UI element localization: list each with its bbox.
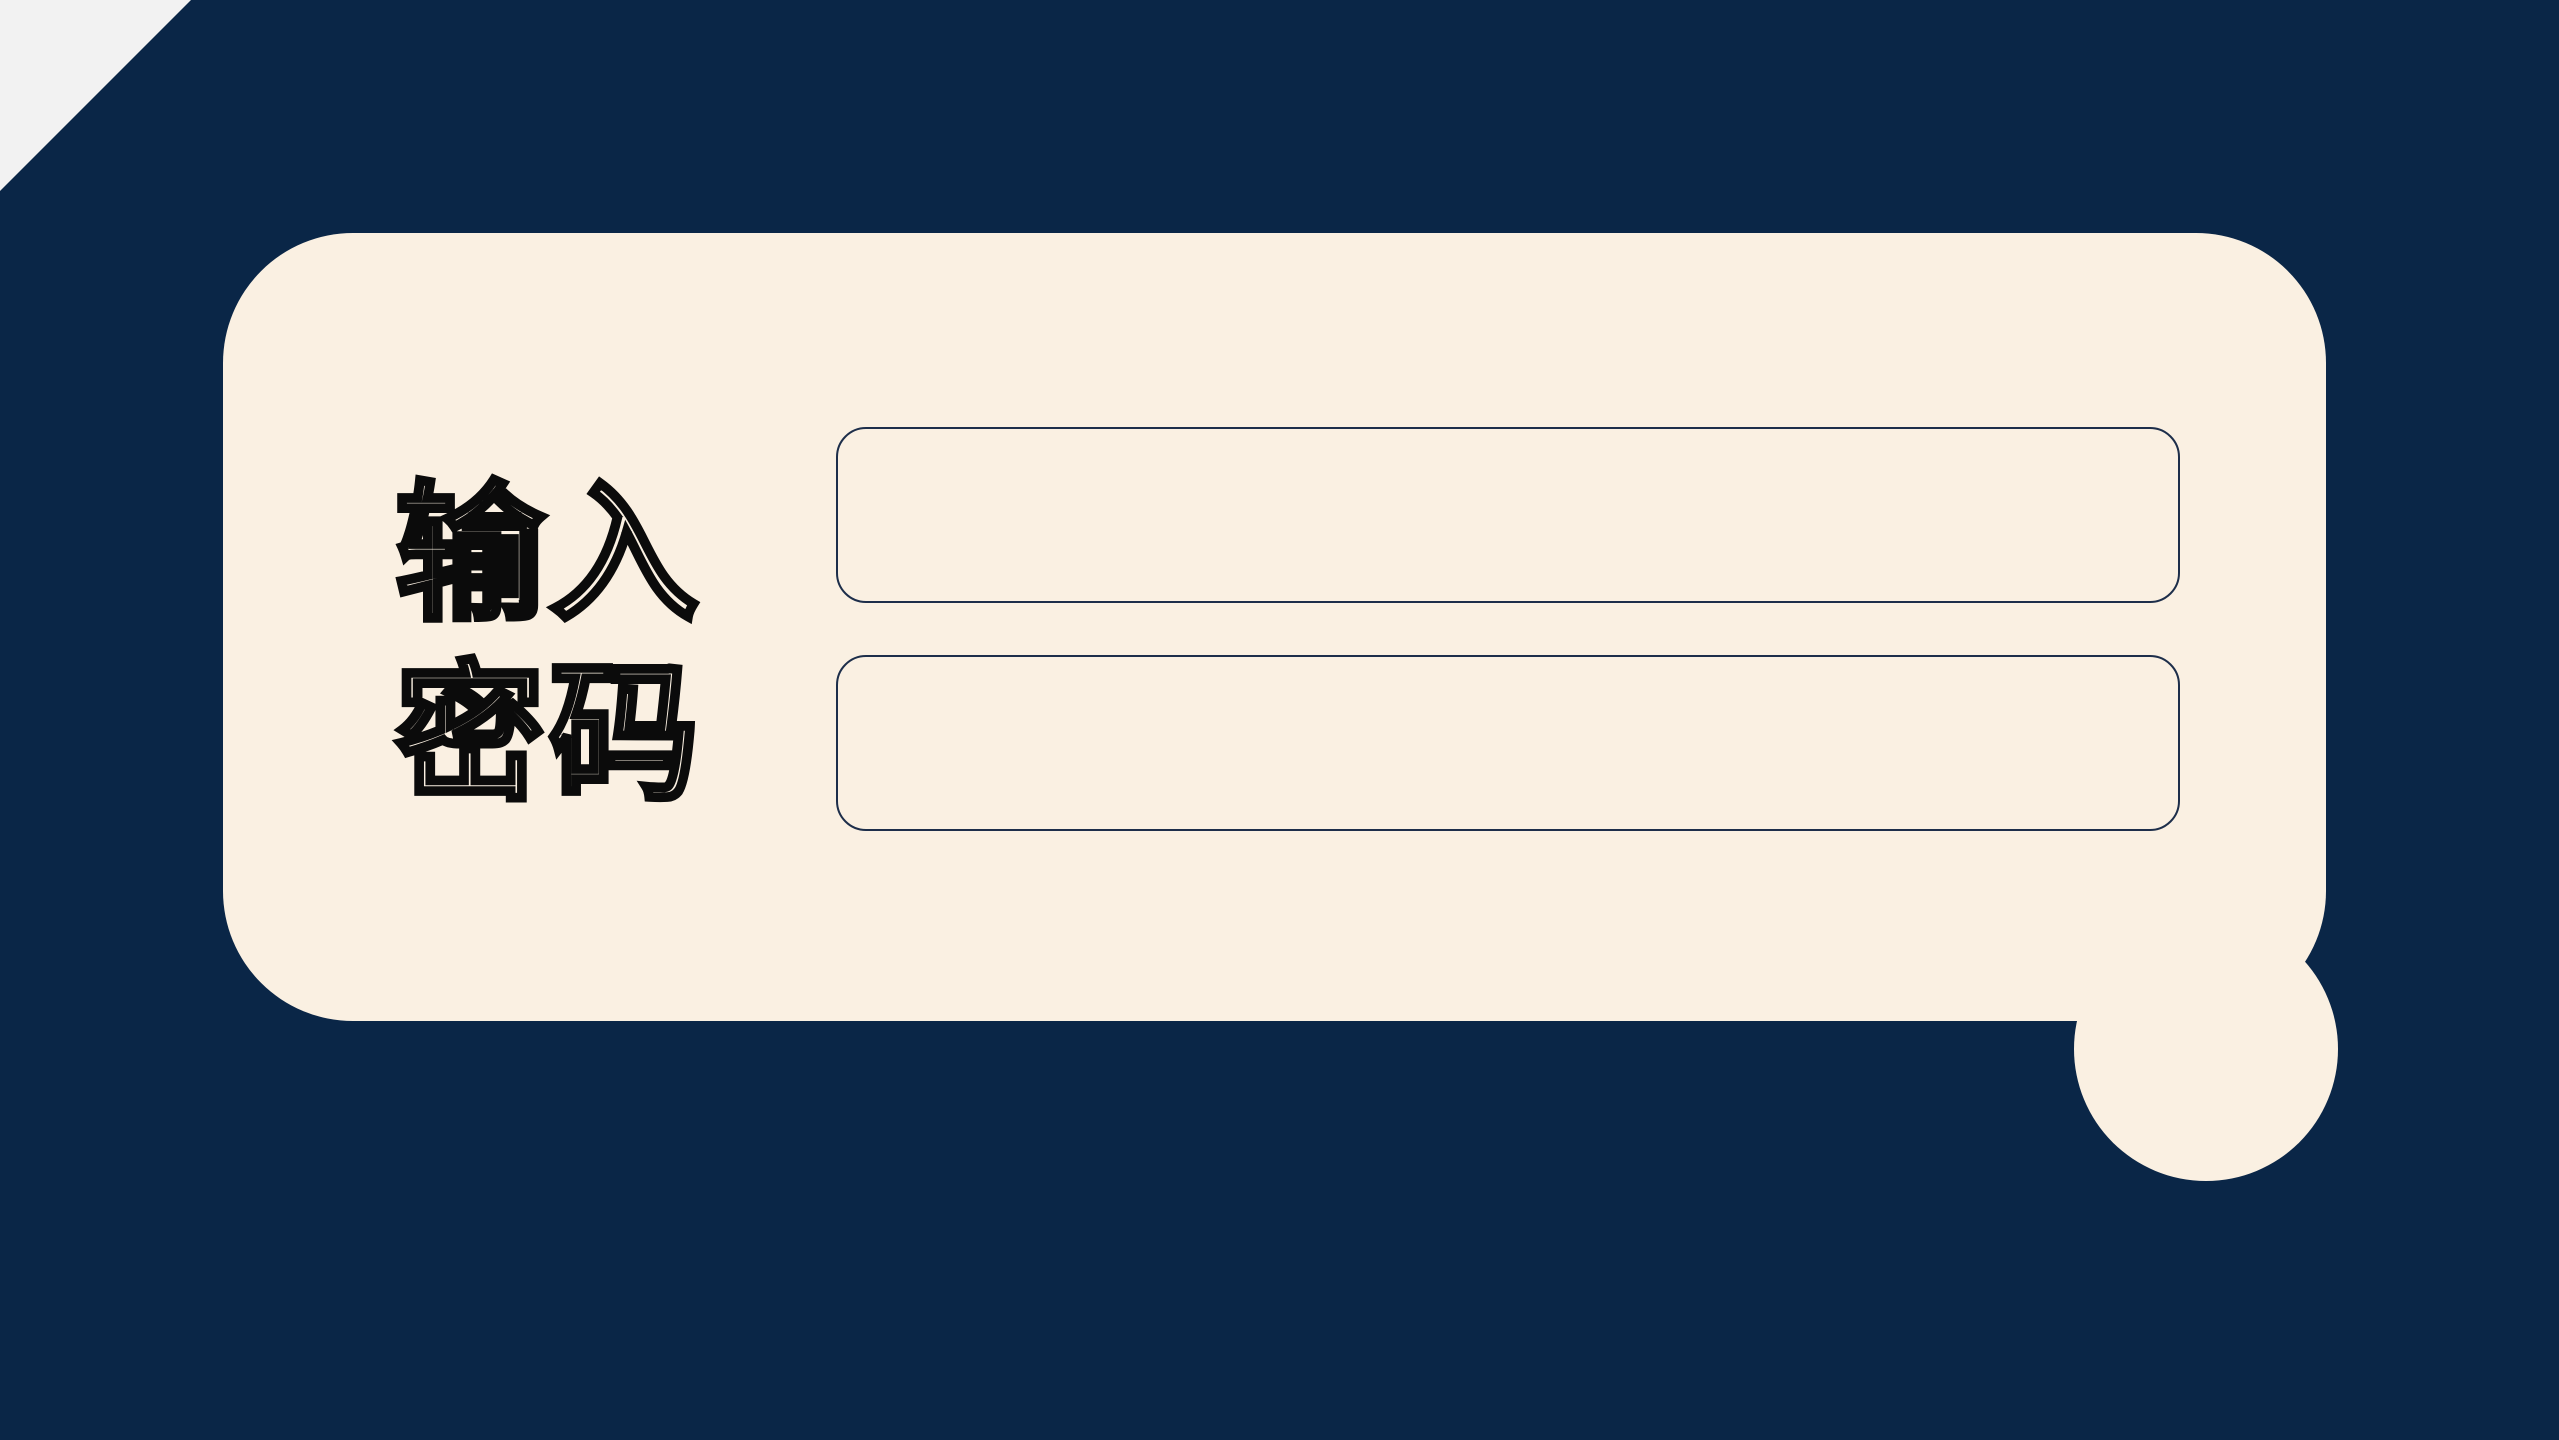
card-circle-decoration — [2074, 917, 2338, 1181]
login-screen: 输入 密码 — [0, 0, 2559, 1440]
label-line-password: 密码 — [393, 648, 704, 822]
field-label: 输入 密码 — [393, 468, 715, 822]
input-field-1[interactable] — [836, 427, 2180, 603]
label-line-input: 输入 — [393, 468, 704, 642]
password-field[interactable] — [836, 655, 2180, 831]
corner-fold-decoration — [0, 0, 191, 191]
